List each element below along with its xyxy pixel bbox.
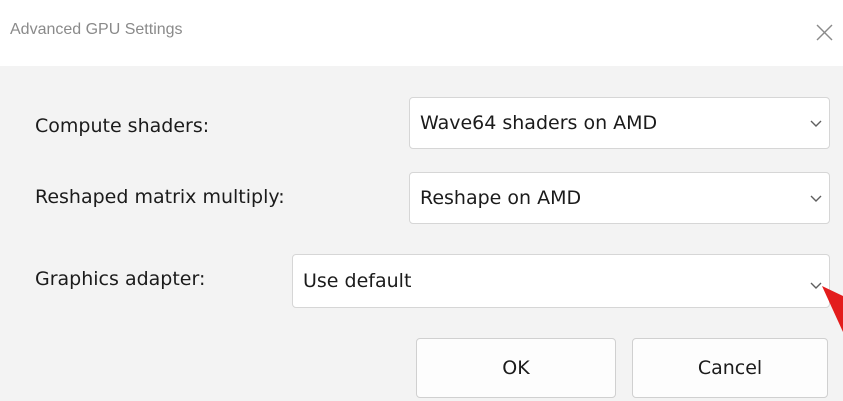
advanced-gpu-settings-dialog: Advanced GPU Settings Compute shaders: W… [0, 0, 843, 401]
close-icon [816, 24, 833, 41]
dialog-title: Advanced GPU Settings [10, 21, 183, 38]
chevron-down-icon [809, 280, 823, 290]
ok-button[interactable]: OK [416, 338, 616, 398]
title-bar: Advanced GPU Settings [0, 0, 843, 66]
reshaped-matrix-dropdown[interactable]: Reshape on AMD [409, 172, 830, 224]
graphics-adapter-dropdown[interactable]: Use default [292, 254, 830, 308]
cancel-button[interactable]: Cancel [632, 338, 828, 398]
close-button[interactable] [806, 14, 843, 51]
compute-shaders-label: Compute shaders: [35, 115, 210, 137]
chevron-down-icon [809, 118, 823, 128]
pointer-arrow-icon [822, 286, 843, 332]
compute-shaders-dropdown[interactable]: Wave64 shaders on AMD [409, 97, 830, 149]
mouse-cursor [822, 286, 843, 334]
chevron-down-icon [809, 193, 823, 203]
reshaped-matrix-value: Reshape on AMD [420, 187, 582, 209]
compute-shaders-value: Wave64 shaders on AMD [420, 112, 658, 134]
reshaped-matrix-label: Reshaped matrix multiply: [35, 186, 285, 208]
graphics-adapter-value: Use default [303, 270, 412, 292]
graphics-adapter-label: Graphics adapter: [35, 268, 206, 290]
